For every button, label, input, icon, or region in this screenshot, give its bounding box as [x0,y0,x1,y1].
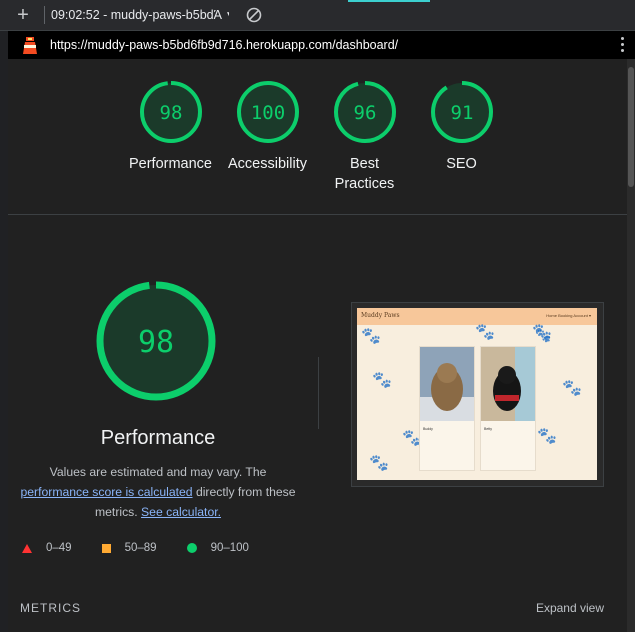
paw-icon: 🐾 [369,455,389,472]
performance-gauge: 98 [96,281,216,401]
gauge-best-practices[interactable]: 96 Best Practices [316,79,413,194]
performance-title: Performance [100,427,216,449]
gauge-ring: 100 [236,81,299,143]
scrollbar[interactable] [627,59,635,632]
plus-icon[interactable]: + [8,0,38,30]
gauge-score: 100 [250,102,284,124]
see-calculator-link[interactable]: See calculator. [141,505,221,519]
report-select[interactable]: 09:02:52 - muddy-paws-b5bdΆ ▼ [51,8,229,22]
legend-average: 50–89 [101,542,157,554]
screenshot-page: Muddy Paws Home Booking Account ▾ 🐾 🐾 🐾 … [357,308,597,480]
pet-photo [420,347,474,421]
pet-name: Buddy [423,427,433,431]
gauge-label: Best Practices [334,156,395,192]
expand-view-button[interactable]: Expand view [536,601,604,615]
devtools-toolbar: + 09:02:52 - muddy-paws-b5bdΆ ▼ [0,0,635,31]
gauge-score: 98 [159,102,182,124]
pet-name: Betty [484,427,492,431]
legend-fail: 0–49 [22,542,72,554]
section-divider [8,214,627,215]
paw-icon: 🐾 [537,428,557,445]
gauge-performance[interactable]: 98 Performance [122,79,219,194]
caret-down-icon: ▼ [225,10,229,21]
url-bar: https://muddy-paws-b5bd6fb9d716.herokuap… [8,31,635,59]
vertical-divider [318,357,319,429]
report-url: https://muddy-paws-b5bd6fb9d716.herokuap… [50,38,399,52]
gauge-label: Accessibility [228,156,307,172]
average-square-icon [101,543,111,553]
gauge-ring: 98 [139,81,202,143]
gauge-score: 96 [353,102,376,124]
gauge-seo[interactable]: 91 SEO [413,79,510,194]
performance-score: 98 [138,325,174,360]
block-icon[interactable] [239,0,269,30]
score-legend: 0–49 50–89 90–100 [22,542,279,554]
legend-pass-label: 90–100 [210,542,249,554]
gauge-label: Performance [128,156,212,172]
legend-fail-label: 0–49 [46,542,72,554]
gauge-ring: 91 [430,81,493,143]
active-tab-indicator [348,0,430,2]
site-nav: Home Booking Account ▾ [546,313,591,318]
final-screenshot[interactable]: Muddy Paws Home Booking Account ▾ 🐾 🐾 🐾 … [351,302,604,487]
paw-icon: 🐾 [372,372,392,389]
score-calculated-link[interactable]: performance score is calculated [20,485,192,499]
legend-average-label: 50–89 [124,542,157,554]
pass-circle-icon [186,543,197,553]
lighthouse-report: 98 Performance 100 Accessibility 96 Best… [8,59,627,632]
report-select-label: 09:02:52 - muddy-paws-b5bdΆ [51,8,222,22]
toolbar-divider [44,6,45,24]
pet-card: Betty [480,346,536,471]
pet-photo [481,347,535,421]
lighthouse-icon [23,37,37,54]
more-options-icon[interactable] [621,37,625,55]
paw-icon: 🐾 [361,328,381,345]
legend-pass: 90–100 [186,542,249,554]
category-gauges: 98 Performance 100 Accessibility 96 Best… [122,79,510,194]
performance-description: Values are estimated and may vary. The p… [18,462,298,522]
gauge-label: SEO [446,156,477,172]
paw-icon: 🐾 [562,380,582,397]
gauge-ring: 96 [333,81,396,143]
fail-triangle-icon [22,543,32,553]
pet-card: Buddy [419,346,475,471]
site-brand: Muddy Paws [361,312,400,319]
gauge-accessibility[interactable]: 100 Accessibility [219,79,316,194]
desc-text-1: Values are estimated and may vary. The [49,465,267,479]
paw-icon: 🐾 [535,328,552,343]
metrics-heading: METRICS [20,601,81,615]
gauge-score: 91 [450,102,473,124]
scrollbar-thumb[interactable] [628,67,634,187]
paw-icon: 🐾 [475,324,495,341]
